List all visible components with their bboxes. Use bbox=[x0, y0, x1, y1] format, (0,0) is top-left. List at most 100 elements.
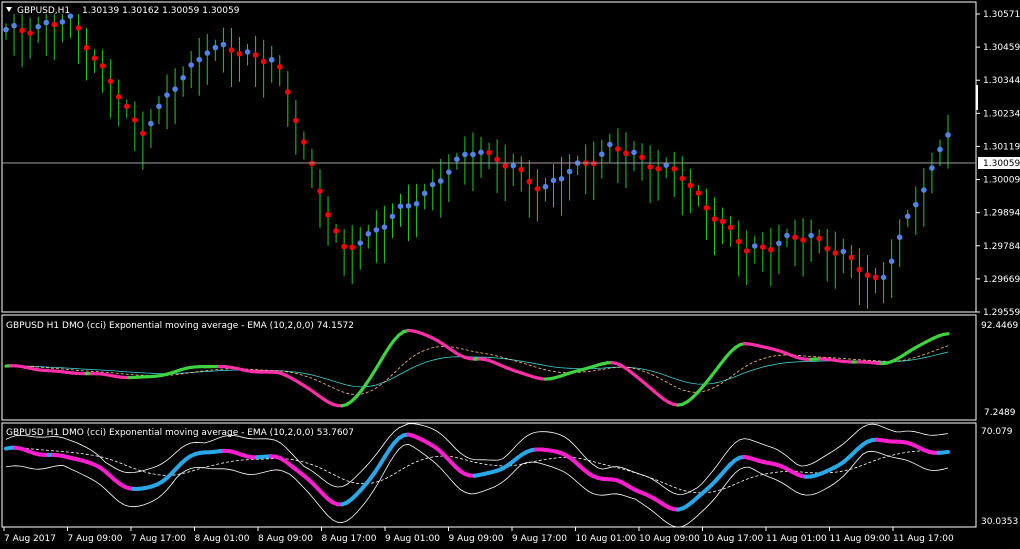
signal-dot bbox=[776, 240, 782, 247]
signal-dot bbox=[590, 160, 597, 167]
signal-dot bbox=[115, 94, 122, 100]
signal-dot bbox=[333, 228, 339, 234]
signal-dot bbox=[478, 149, 484, 156]
time-tick-label: 8 Aug 09:00 bbox=[258, 534, 313, 544]
price-tick-label: 1.30234 bbox=[983, 109, 1020, 119]
signal-dot bbox=[639, 154, 645, 161]
signal-dot bbox=[405, 203, 412, 209]
signal-dot bbox=[526, 178, 533, 185]
signal-dot bbox=[896, 234, 903, 241]
signal-dot bbox=[140, 130, 146, 137]
signal-dot bbox=[293, 117, 299, 124]
time-tick-label: 7 Aug 09:00 bbox=[68, 534, 123, 544]
price-tick-label: 1.29559 bbox=[983, 308, 1020, 318]
signal-dot bbox=[494, 156, 500, 163]
time-tick-label: 10 Aug 17:00 bbox=[703, 534, 764, 544]
signal-dot bbox=[212, 44, 219, 51]
signal-dot bbox=[542, 183, 549, 190]
time-tick-label: 9 Aug 09:00 bbox=[449, 534, 504, 544]
signal-dot bbox=[856, 266, 863, 273]
signal-dot bbox=[695, 190, 702, 196]
signal-dot bbox=[284, 89, 291, 95]
sub2-axis-top: 70.079 bbox=[981, 427, 1013, 437]
time-tick-label: 7 Aug 17:00 bbox=[131, 534, 186, 544]
signal-dot bbox=[880, 274, 887, 281]
signal-dot bbox=[421, 190, 428, 197]
signal-dot bbox=[671, 165, 678, 172]
signal-dot bbox=[3, 26, 9, 33]
signal-dot bbox=[703, 205, 710, 211]
signal-dot bbox=[647, 164, 653, 170]
price-tick-label: 1.29669 bbox=[983, 275, 1020, 285]
indicator-segment bbox=[941, 449, 950, 455]
price-tick-label: 1.29784 bbox=[983, 242, 1020, 252]
signal-dot bbox=[486, 149, 492, 156]
signal-dot bbox=[462, 151, 468, 158]
signal-dot bbox=[510, 162, 517, 169]
signal-dot bbox=[607, 141, 613, 148]
signal-dot bbox=[888, 258, 895, 265]
signal-dot bbox=[75, 25, 82, 31]
signal-dot bbox=[83, 44, 90, 51]
signal-dot bbox=[848, 254, 855, 261]
signal-dot bbox=[156, 103, 162, 110]
signal-dot bbox=[912, 201, 919, 208]
time-tick-label: 10 Aug 01:00 bbox=[576, 534, 637, 544]
signal-dot bbox=[502, 163, 508, 169]
signal-dot bbox=[760, 244, 766, 250]
signal-dot bbox=[365, 230, 372, 237]
signal-dot bbox=[679, 175, 686, 182]
price-tick-label: 1.30119 bbox=[983, 142, 1020, 152]
signal-dot bbox=[743, 248, 750, 254]
signal-dot bbox=[11, 22, 17, 29]
signal-dot bbox=[325, 211, 331, 218]
signal-dot bbox=[180, 74, 186, 81]
signal-dot bbox=[381, 224, 388, 230]
signal-dot bbox=[784, 232, 790, 239]
time-tick-label: 11 Aug 01:00 bbox=[766, 534, 827, 544]
price-tick-label: 1.29894 bbox=[983, 209, 1020, 219]
time-tick-label: 9 Aug 17:00 bbox=[512, 534, 567, 544]
signal-dot bbox=[534, 186, 541, 192]
signal-dot bbox=[687, 182, 694, 189]
signal-dot bbox=[566, 168, 573, 175]
signal-dot bbox=[59, 19, 66, 25]
signal-dot bbox=[27, 30, 33, 36]
signal-dot bbox=[921, 187, 927, 193]
signal-dot bbox=[107, 78, 114, 85]
signal-dot bbox=[735, 238, 742, 245]
signal-dot bbox=[35, 23, 42, 30]
time-tick-label: 9 Aug 01:00 bbox=[385, 534, 440, 544]
sub2-axis-bottom: 30.0353 bbox=[981, 517, 1018, 527]
signal-dot bbox=[309, 160, 315, 167]
signal-dot bbox=[188, 62, 194, 68]
signal-dot bbox=[558, 175, 565, 182]
signal-dot bbox=[204, 50, 211, 56]
signal-dot bbox=[937, 146, 943, 153]
signal-dot bbox=[945, 132, 951, 138]
signal-dot bbox=[437, 178, 444, 184]
signal-dot bbox=[816, 235, 822, 242]
signal-dot bbox=[51, 21, 58, 28]
ohlc-label: 1.30139 1.30162 1.30059 1.30059 bbox=[82, 6, 240, 16]
scroll-marker[interactable] bbox=[976, 85, 978, 110]
signal-dot bbox=[228, 47, 235, 53]
time-tick-label: 11 Aug 17:00 bbox=[893, 534, 954, 544]
signal-dot bbox=[768, 246, 774, 253]
price-tick-label: 1.30459 bbox=[983, 43, 1020, 53]
price-tick-label: 1.30009 bbox=[983, 176, 1020, 186]
price-tick-label: 1.30344 bbox=[983, 76, 1020, 86]
signal-dot bbox=[904, 213, 911, 220]
signal-dot bbox=[598, 151, 605, 158]
time-tick-label: 8 Aug 01:00 bbox=[195, 534, 250, 544]
signal-dot bbox=[91, 55, 98, 61]
signal-dot bbox=[631, 149, 637, 156]
trading-chart[interactable]: 1.30571 1.30459 1.30344 1.30234 1.30119 1.300… bbox=[0, 0, 1020, 549]
signal-dot bbox=[929, 165, 935, 171]
signal-dot bbox=[751, 243, 758, 249]
price-tick-label: 1.30571 bbox=[983, 10, 1020, 20]
signal-dot bbox=[317, 188, 323, 194]
signal-dot bbox=[872, 274, 879, 281]
sub1-title: GBPUSD H1 DMO (cci) Exponential moving a… bbox=[6, 321, 354, 331]
signal-dot bbox=[792, 234, 798, 241]
